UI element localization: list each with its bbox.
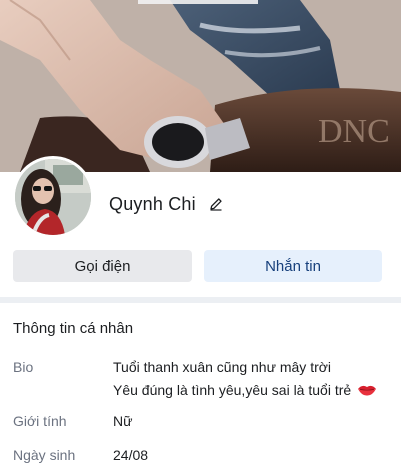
bio-line-2: Yêu đúng là tình yêu,yêu sai là tuổi trẻ	[113, 382, 352, 398]
profile-name: Quynh Chi	[109, 193, 196, 214]
personal-info-title: Thông tin cá nhân	[13, 320, 134, 337]
avatar-image	[15, 159, 91, 235]
bio-line-1: Tuổi thanh xuân cũng như mây trời	[113, 359, 332, 375]
birthday-value: 24/08	[113, 447, 149, 463]
message-button[interactable]: Nhắn tin	[204, 250, 382, 282]
gender-value: Nữ	[113, 413, 133, 429]
pencil-icon[interactable]	[208, 196, 224, 212]
svg-text:DNC: DNC	[318, 113, 390, 150]
kiss-mark-icon	[357, 383, 377, 400]
call-button-label: Gọi điện	[74, 257, 131, 275]
avatar[interactable]	[15, 159, 91, 235]
bio-label: Bio	[13, 359, 34, 375]
gender-label: Giới tính	[13, 413, 67, 429]
birthday-label: Ngày sinh	[13, 447, 76, 463]
message-button-label: Nhắn tin	[265, 257, 321, 275]
cover-photo[interactable]: DNC	[0, 0, 401, 172]
profile-name-row: Quynh Chi	[109, 192, 224, 216]
call-button[interactable]: Gọi điện	[13, 250, 192, 282]
section-divider	[0, 297, 401, 303]
bio-line-2-row: Yêu đúng là tình yêu,yêu sai là tuổi trẻ	[113, 382, 377, 400]
cover-photo-image: DNC	[0, 0, 401, 172]
